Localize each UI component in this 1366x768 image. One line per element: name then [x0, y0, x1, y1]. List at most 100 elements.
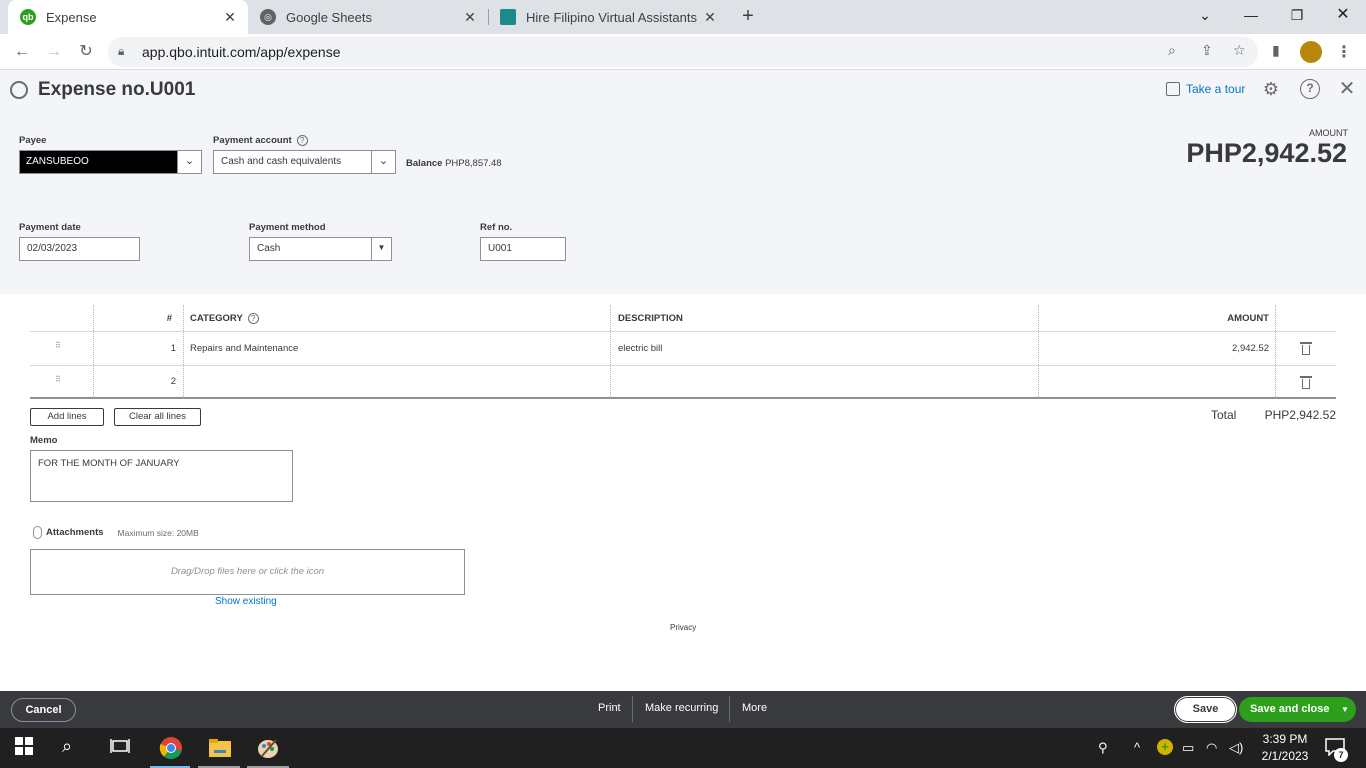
amount-label: AMOUNT	[1309, 128, 1348, 138]
tab-title: Google Sheets	[286, 9, 373, 25]
print-button[interactable]: Print	[598, 702, 621, 714]
attachment-dropzone[interactable]: Drag/Drop files here or click the icon	[30, 549, 465, 595]
header-amount: AMOUNT	[1227, 312, 1269, 324]
save-and-close-button[interactable]: Save and close ▼	[1239, 697, 1356, 722]
page-title: Expense no.U001	[38, 79, 196, 100]
windows-start-icon[interactable]	[14, 736, 38, 760]
notification-count-badge: 7	[1334, 748, 1348, 762]
side-panel-icon[interactable]: ▮	[1272, 42, 1280, 59]
tab-expense[interactable]: qb Expense ✕	[8, 0, 248, 34]
payment-method-select[interactable]: Cash ▼	[249, 237, 392, 261]
caret-down-icon[interactable]: ▼	[371, 238, 391, 260]
more-button[interactable]: More	[742, 702, 767, 714]
row-amount[interactable]	[1040, 366, 1269, 397]
ref-no-input[interactable]: U001	[480, 237, 566, 261]
people-icon[interactable]: ⚲	[1098, 740, 1108, 756]
add-lines-button[interactable]: Add lines	[30, 408, 104, 426]
save-button[interactable]: Save	[1174, 696, 1237, 723]
row-category[interactable]: Repairs and Maintenance	[190, 332, 298, 365]
privacy-link[interactable]: Privacy	[670, 623, 696, 632]
memo-textarea[interactable]: FOR THE MONTH OF JANUARY	[30, 450, 293, 502]
qb-icon: qb	[20, 9, 36, 25]
payee-select[interactable]: ZANSUBEOO ⌄	[19, 150, 202, 174]
clock-time: 3:39 PM	[1262, 732, 1308, 746]
take-a-tour-link[interactable]: Take a tour	[1166, 82, 1245, 96]
address-bar[interactable]: 🔒︎ app.qbo.intuit.com/app/expense	[108, 37, 1258, 67]
column-divider	[93, 305, 94, 399]
balance-value: PHP8,857.48	[445, 158, 502, 169]
table-row[interactable]: ⠿ 1 Repairs and Maintenance electric bil…	[30, 331, 1336, 365]
payee-value: ZANSUBEOO	[20, 151, 177, 173]
paperclip-icon	[33, 526, 42, 539]
zoom-icon[interactable]: ⌕	[1168, 42, 1176, 59]
balance: Balance PHP8,857.48	[406, 158, 502, 169]
settings-gear-icon[interactable]: ⚙	[1261, 79, 1281, 99]
expense-page: Expense no.U001 Take a tour ⚙ ? ✕ Payee …	[0, 71, 1366, 691]
total-value: PHP2,942.52	[1264, 408, 1336, 422]
new-tab-button[interactable]: +	[737, 5, 759, 27]
paint-icon[interactable]	[256, 736, 280, 760]
forward-icon[interactable]: →	[42, 40, 66, 64]
chevron-down-icon[interactable]: ⌄	[177, 151, 201, 173]
trash-icon[interactable]	[1300, 376, 1312, 390]
close-tab-icon[interactable]: ✕	[220, 9, 240, 26]
help-icon[interactable]: ?	[296, 135, 308, 146]
browser-menu-icon[interactable]: ⋮	[1336, 42, 1352, 62]
payment-account-label: Payment account?	[213, 135, 308, 146]
chrome-icon[interactable]	[159, 736, 183, 760]
payment-date-label: Payment date	[19, 222, 81, 233]
battery-icon[interactable]: ▭	[1182, 740, 1194, 756]
header-category-text: CATEGORY	[190, 312, 243, 324]
task-view-icon[interactable]	[110, 736, 134, 760]
tour-label: Take a tour	[1186, 82, 1246, 96]
volume-icon[interactable]: ◁)	[1229, 740, 1243, 756]
chevron-up-icon[interactable]: ^	[1134, 740, 1140, 755]
row-description[interactable]: electric bill	[618, 332, 662, 365]
show-existing-link[interactable]: Show existing	[215, 596, 277, 607]
lock-icon: 🔒︎	[118, 44, 125, 58]
file-explorer-icon[interactable]	[208, 736, 232, 760]
history-icon[interactable]	[10, 81, 28, 99]
cancel-button[interactable]: Cancel	[11, 698, 76, 722]
row-amount[interactable]: 2,942.52	[1040, 332, 1269, 365]
tab-google-sheets[interactable]: ◎ Google Sheets ✕	[248, 0, 488, 34]
url-text: app.qbo.intuit.com/app/expense	[142, 44, 341, 60]
payment-method-value: Cash	[257, 243, 281, 254]
chevron-down-icon[interactable]: ⌄	[371, 151, 395, 173]
trash-icon[interactable]	[1300, 342, 1312, 356]
payment-account-label-text: Payment account	[213, 135, 292, 146]
close-tab-icon[interactable]: ✕	[460, 9, 480, 26]
tab-title: Hire Filipino Virtual Assistants | Fil	[526, 9, 700, 25]
clear-all-lines-button[interactable]: Clear all lines	[114, 408, 201, 426]
close-icon[interactable]: ✕	[1337, 79, 1357, 99]
table-row[interactable]: ⠿ 2	[30, 365, 1336, 399]
payment-date-input[interactable]: 02/03/2023	[19, 237, 140, 261]
table-header-row: # CATEGORY? DESCRIPTION AMOUNT	[30, 305, 1336, 331]
caret-down-icon[interactable]: ▼	[1334, 697, 1356, 722]
divider	[729, 696, 730, 722]
back-icon[interactable]: ←	[10, 40, 34, 64]
make-recurring-button[interactable]: Make recurring	[645, 702, 718, 714]
share-icon[interactable]: ⇪	[1201, 42, 1213, 59]
bookmark-star-icon[interactable]: ☆	[1233, 42, 1246, 59]
footer-action-bar: Cancel Print Make recurring More Save Sa…	[0, 691, 1366, 728]
help-icon[interactable]: ?	[247, 312, 259, 324]
reload-icon[interactable]: ↻	[74, 40, 98, 64]
attachments-header: Attachments Maximum size: 20MB	[33, 526, 199, 539]
wifi-icon[interactable]: ◠	[1206, 740, 1217, 756]
tab-search-icon[interactable]: ⌄	[1182, 0, 1228, 32]
profile-avatar[interactable]	[1300, 41, 1322, 63]
payment-account-select[interactable]: Cash and cash equivalents ⌄	[213, 150, 396, 174]
tray-app-icon[interactable]: +	[1157, 739, 1173, 755]
max-size-text: Maximum size: 20MB	[117, 527, 199, 538]
tab-hire-filipino[interactable]: Hire Filipino Virtual Assistants | Fil ✕	[488, 0, 728, 34]
maximize-button[interactable]: ❐	[1274, 0, 1320, 32]
close-tab-icon[interactable]: ✕	[700, 9, 720, 26]
search-icon[interactable]: ⌕	[62, 736, 86, 760]
windows-taskbar: ⌕ ⚲ ^ + ▭ ◠ ◁) 3:39 PM 2/1/2023 7	[0, 728, 1366, 768]
minimize-button[interactable]: —	[1228, 0, 1274, 32]
system-clock[interactable]: 3:39 PM 2/1/2023	[1253, 731, 1317, 765]
header-category: CATEGORY?	[190, 305, 259, 331]
help-icon[interactable]: ?	[1300, 79, 1320, 99]
close-window-button[interactable]: ✕	[1320, 0, 1366, 32]
